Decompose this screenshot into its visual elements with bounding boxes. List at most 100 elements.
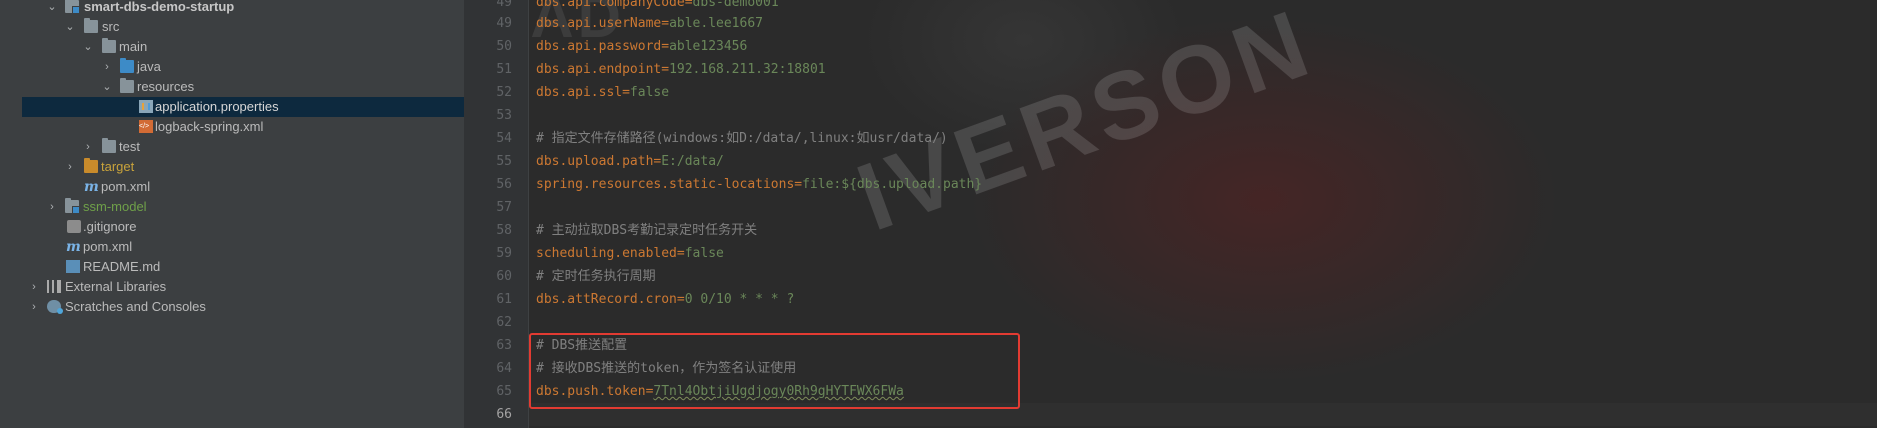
- property-value: false: [684, 246, 724, 261]
- tree-item-label: main: [119, 39, 148, 54]
- project-tree-panel: ⌄ smart-dbs-demo-startup ⌄ src ⌄ main › …: [0, 0, 464, 428]
- line-number: 49: [496, 16, 512, 31]
- code-line[interactable]: dbs.api.password=able123456: [536, 35, 747, 58]
- line-number: 55: [496, 154, 512, 169]
- tree-item-main[interactable]: ⌄ main: [0, 37, 464, 57]
- excluded-folder-icon: [84, 158, 98, 173]
- chevron-down-icon[interactable]: ⌄: [64, 17, 76, 37]
- code-line[interactable]: dbs.upload.path=E:/data/: [536, 150, 724, 173]
- tree-item-pom-xml[interactable]: m pom.xml: [0, 177, 464, 197]
- line-number: 62: [496, 315, 512, 330]
- code-line[interactable]: dbs.api.ssl=false: [536, 81, 669, 104]
- property-key: dbs.api.password=: [536, 39, 670, 54]
- property-value: false: [629, 85, 670, 100]
- folder-icon: [102, 38, 116, 53]
- code-line[interactable]: # 主动拉取DBS考勤记录定时任务开关: [536, 219, 757, 242]
- tree-item-java[interactable]: › java: [0, 57, 464, 77]
- tree-item-label: Scratches and Consoles: [65, 299, 206, 314]
- tree-item-label: resources: [137, 79, 195, 94]
- scratches-icon: [47, 300, 63, 314]
- property-value: E:/data/: [661, 154, 724, 169]
- tree-item-label: logback-spring.xml: [155, 119, 264, 134]
- folder-icon: [102, 138, 116, 153]
- code-line[interactable]: # 指定文件存储路径(windows:如D:/data/,linux:如usr/…: [536, 127, 948, 150]
- chevron-right-icon[interactable]: ›: [28, 277, 40, 297]
- line-number: 54: [496, 131, 512, 146]
- line-number-gutter: 49 49 50 51 52 53 54 55 56 57 58 59 60 6…: [464, 0, 529, 428]
- property-value: able.lee1667: [669, 16, 763, 31]
- tree-item-label: target: [101, 159, 135, 174]
- property-key: dbs.api.endpoint=: [536, 62, 670, 77]
- tree-item-label: README.md: [83, 259, 161, 274]
- code-line[interactable]: dbs.api.endpoint=192.168.211.32:18801: [536, 58, 826, 81]
- line-number: 56: [496, 177, 512, 192]
- tree-item-logback-spring[interactable]: logback-spring.xml: [0, 117, 464, 137]
- comment-text: # 主动拉取DBS考勤记录定时任务开关: [536, 223, 758, 238]
- code-editor[interactable]: NEAD IVERSON 49 49 50 51 52 53 54 55 56 …: [464, 0, 1877, 428]
- line-number: 66: [496, 407, 512, 422]
- property-key: dbs.api.userName=: [536, 16, 670, 31]
- tree-item-scratches[interactable]: › Scratches and Consoles: [0, 297, 464, 317]
- line-number: 50: [496, 39, 512, 54]
- tree-item-label: pom.xml: [101, 179, 151, 194]
- line-number: 51: [496, 62, 512, 77]
- source-folder-icon: [120, 58, 134, 73]
- tree-item-label: smart-dbs-demo-startup: [84, 0, 235, 14]
- chevron-down-icon[interactable]: ⌄: [46, 0, 58, 17]
- tree-item-resources[interactable]: ⌄ resources: [0, 77, 464, 97]
- line-number: 53: [496, 108, 512, 123]
- gitignore-file-icon: [67, 220, 81, 233]
- property-value: able123456: [669, 39, 748, 54]
- chevron-right-icon[interactable]: ›: [46, 197, 58, 217]
- chevron-right-icon[interactable]: ›: [82, 137, 94, 157]
- chevron-right-icon[interactable]: ›: [64, 157, 76, 177]
- tree-item-test[interactable]: › test: [0, 137, 464, 157]
- chevron-down-icon[interactable]: ⌄: [82, 37, 94, 57]
- module-folder-icon: [65, 198, 80, 214]
- module-folder-icon: [65, 0, 80, 14]
- tree-item-label: src: [102, 19, 120, 34]
- libraries-icon: [47, 280, 61, 293]
- markdown-file-icon: [66, 260, 80, 273]
- chevron-right-icon[interactable]: ›: [28, 297, 40, 317]
- tree-item-label: java: [137, 59, 161, 74]
- tree-item-label: application.properties: [155, 99, 279, 114]
- maven-icon: m: [84, 179, 99, 195]
- tree-item-label: ssm-model: [83, 199, 147, 214]
- property-key: spring.resources.static-locations=: [536, 177, 803, 192]
- tree-item-gitignore[interactable]: .gitignore: [0, 217, 464, 237]
- tree-item-src[interactable]: ⌄ src: [0, 17, 464, 37]
- line-number: 64: [496, 361, 512, 376]
- code-line[interactable]: # 定时任务执行周期: [536, 265, 656, 288]
- annotation-highlight-box: [529, 333, 1020, 409]
- resources-folder-icon: [120, 78, 134, 93]
- line-number: 65: [496, 384, 512, 399]
- tree-item-readme[interactable]: README.md: [0, 257, 464, 277]
- line-number: 60: [496, 269, 512, 284]
- code-line[interactable]: spring.resources.static-locations=file:$…: [536, 173, 982, 196]
- line-number: 58: [496, 223, 512, 238]
- property-key: dbs.api.ssl=: [536, 85, 630, 100]
- properties-file-icon: [139, 100, 153, 113]
- folder-icon: [84, 18, 98, 33]
- property-value: 192.168.211.32:18801: [669, 62, 826, 77]
- chevron-right-icon[interactable]: ›: [101, 57, 113, 77]
- tree-item-application-properties[interactable]: application.properties: [22, 97, 464, 117]
- code-line[interactable]: dbs.api.userName=able.lee1667: [536, 12, 763, 35]
- property-key: dbs.api.companyCode=: [536, 0, 693, 10]
- tree-item-label: External Libraries: [65, 279, 167, 294]
- tree-item-external-libraries[interactable]: › External Libraries: [0, 277, 464, 297]
- tree-item-smart-dbs-demo-startup[interactable]: ⌄ smart-dbs-demo-startup: [0, 0, 464, 17]
- tree-item-label: test: [119, 139, 140, 154]
- tree-item-root-pom-xml[interactable]: m pom.xml: [0, 237, 464, 257]
- tree-item-target[interactable]: › target: [0, 157, 464, 177]
- property-value: file:${dbs.upload.path}: [802, 177, 983, 192]
- tree-item-ssm-model[interactable]: › ssm-model: [0, 197, 464, 217]
- chevron-down-icon[interactable]: ⌄: [101, 77, 113, 97]
- xml-file-icon: [139, 120, 153, 133]
- comment-text: # 定时任务执行周期: [536, 269, 656, 284]
- property-value: 0 0/10 * * * ?: [684, 292, 795, 307]
- code-line[interactable]: dbs.attRecord.cron=0 0/10 * * * ?: [536, 288, 794, 311]
- code-line[interactable]: scheduling.enabled=false: [536, 242, 724, 265]
- property-value: dbs-demo001: [692, 0, 779, 10]
